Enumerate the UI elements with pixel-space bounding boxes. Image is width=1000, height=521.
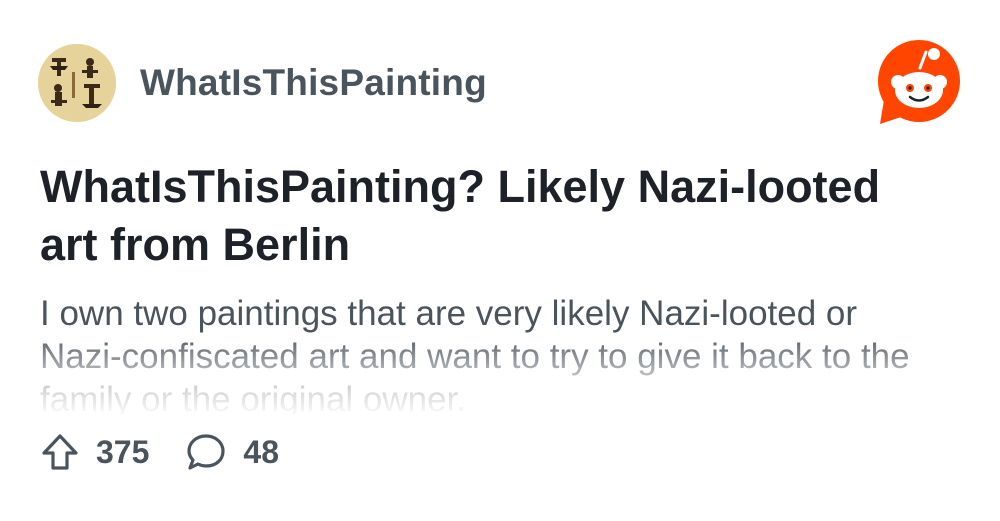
- upvote-count: 375: [96, 433, 150, 470]
- subreddit-name[interactable]: WhatIsThisPainting: [140, 62, 487, 104]
- post-card[interactable]: WhatIsThisPainting WhatIsThisPainting? L…: [0, 0, 1000, 521]
- upvote-arrow-icon[interactable]: [40, 432, 80, 472]
- subreddit-avatar[interactable]: [38, 44, 116, 122]
- upvote-stat[interactable]: 375: [40, 432, 149, 472]
- post-footer: 375 48: [40, 432, 279, 472]
- post-body: I own two paintings that are very likely…: [40, 294, 910, 414]
- hieroglyph-avatar-icon: [38, 44, 116, 122]
- comment-bubble-icon[interactable]: [185, 432, 227, 472]
- reddit-logo[interactable]: [874, 38, 964, 128]
- reddit-snoo-icon: [878, 40, 960, 124]
- post-header: WhatIsThisPainting: [38, 44, 487, 122]
- post-title[interactable]: WhatIsThisPainting? Likely Nazi-looted a…: [40, 158, 920, 274]
- comment-count: 48: [243, 433, 279, 470]
- comment-stat[interactable]: 48: [185, 432, 279, 472]
